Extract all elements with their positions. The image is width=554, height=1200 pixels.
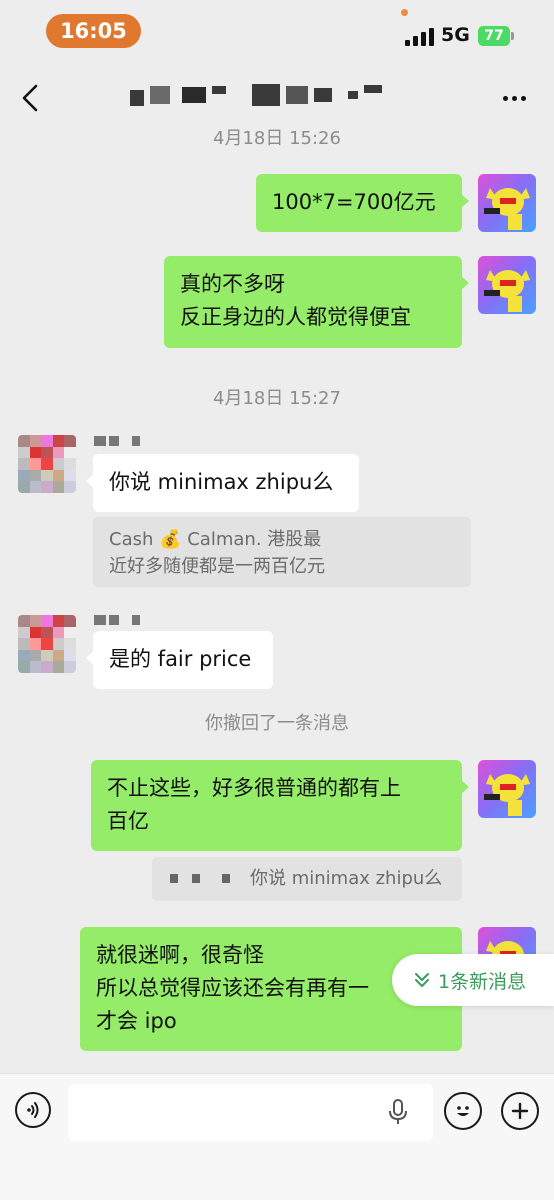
- message-input[interactable]: [68, 1084, 433, 1141]
- network-type: 5G: [441, 24, 470, 46]
- my-avatar[interactable]: [478, 174, 536, 232]
- more-options-button[interactable]: [494, 84, 534, 112]
- quoted-message[interactable]: 你说 minimax zhipu么: [152, 857, 462, 901]
- sender-name-redacted: [94, 436, 140, 446]
- battery-level: 77: [484, 28, 504, 44]
- quoted-message[interactable]: Cash 💰 Calman. 港股最 近好多随便都是一两百亿元: [93, 517, 471, 587]
- signal-icon: [405, 26, 435, 46]
- chevron-left-icon: [22, 84, 38, 112]
- plus-icon: [511, 1102, 529, 1120]
- bubble-tail: [461, 780, 469, 794]
- mic-icon: [389, 1099, 407, 1124]
- plus-button[interactable]: [501, 1092, 539, 1130]
- voice-button[interactable]: [15, 1092, 51, 1128]
- new-messages-label: 1条新消息: [438, 970, 527, 993]
- avatar-image: [484, 270, 530, 312]
- bubble-tail: [461, 194, 469, 208]
- double-chevron-down-icon: [415, 973, 429, 987]
- avatar-image: [484, 774, 530, 816]
- quote-sender-redacted: [170, 874, 230, 883]
- message-bubble-incoming[interactable]: 你说 minimax zhipu么: [93, 454, 359, 512]
- contact-avatar-redacted[interactable]: [18, 615, 76, 673]
- message-bubble-outgoing[interactable]: 真的不多呀 反正身边的人都觉得便宜: [164, 256, 462, 348]
- chat-title-redacted: [130, 82, 382, 108]
- recall-notice[interactable]: 你撤回了一条消息: [0, 709, 554, 735]
- my-avatar[interactable]: [478, 256, 536, 314]
- avatar-image: [484, 188, 530, 230]
- my-avatar[interactable]: [478, 760, 536, 818]
- contact-avatar-redacted[interactable]: [18, 435, 76, 493]
- mic-button[interactable]: [386, 1098, 410, 1126]
- timestamp: 4月18日 15:26: [213, 128, 341, 149]
- new-messages-button[interactable]: 1条新消息: [392, 954, 554, 1006]
- more-dots-icon: [502, 95, 508, 101]
- voice-icon: [27, 1102, 39, 1118]
- battery-tip: [511, 32, 514, 40]
- emoji-icon: [457, 1106, 469, 1116]
- timestamp: 4月18日 15:27: [213, 388, 341, 409]
- message-bubble-outgoing[interactable]: 不止这些，好多很普通的都有上 百亿: [91, 760, 462, 851]
- emoji-button[interactable]: [444, 1092, 482, 1130]
- bubble-tail: [461, 276, 469, 290]
- message-bubble-outgoing[interactable]: 100*7=700亿元: [256, 174, 462, 232]
- sender-name-redacted: [94, 615, 140, 625]
- privacy-indicator-dot: [401, 9, 408, 16]
- quoted-text: 你说 minimax zhipu么: [250, 868, 443, 889]
- message-bubble-incoming[interactable]: 是的 fair price: [93, 631, 273, 689]
- status-time: 16:05: [46, 14, 141, 48]
- back-button[interactable]: [14, 78, 50, 118]
- battery-icon: 77: [478, 26, 510, 46]
